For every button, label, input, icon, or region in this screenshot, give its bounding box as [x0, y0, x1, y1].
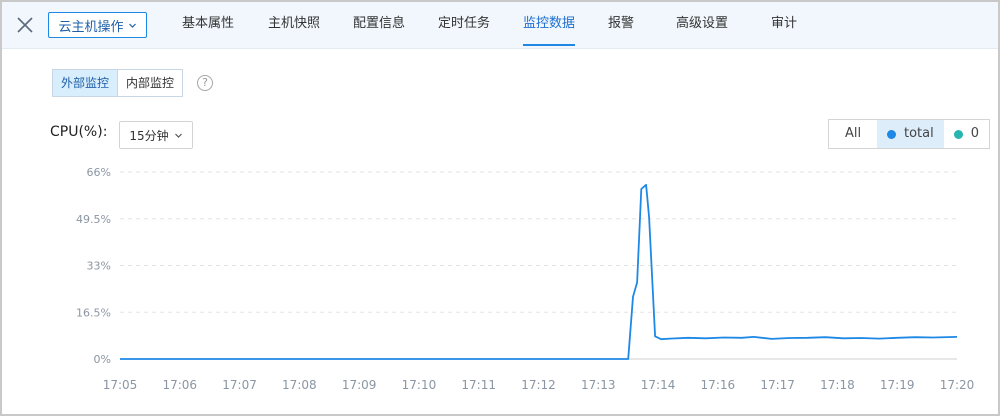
- x-tick-label: 17:06: [162, 378, 197, 392]
- time-range-value: 15分钟: [129, 128, 169, 143]
- chevron-down-icon: [174, 133, 182, 138]
- x-tick-label: 17:17: [760, 378, 795, 392]
- vm-operations-dropdown[interactable]: 云主机操作: [48, 12, 147, 38]
- x-tick-label: 17:09: [342, 378, 377, 392]
- tab-basic-properties[interactable]: 基本属性: [182, 2, 234, 48]
- monitor-panel: 云主机操作 基本属性 主机快照 配置信息 定时任务 监控数据 报警 高级设置 审…: [0, 0, 1000, 416]
- time-range-select[interactable]: 15分钟: [119, 121, 193, 149]
- x-tick-label: 17:08: [282, 378, 317, 392]
- top-toolbar: 云主机操作 基本属性 主机快照 配置信息 定时任务 监控数据 报警 高级设置 审…: [2, 2, 998, 49]
- y-tick-label: 49.5%: [76, 213, 111, 226]
- tab-monitoring-data[interactable]: 监控数据: [523, 2, 576, 48]
- tab-audit[interactable]: 审计: [771, 2, 797, 48]
- x-tick-label: 17:11: [461, 378, 496, 392]
- y-tick-label: 16.5%: [76, 306, 111, 319]
- legend-dot-icon: [887, 129, 896, 139]
- tab-config-info[interactable]: 配置信息: [353, 2, 405, 48]
- vm-operations-label: 云主机操作: [58, 19, 124, 35]
- x-tick-label: 17:13: [581, 378, 616, 392]
- legend-all-button[interactable]: All: [829, 120, 877, 148]
- cpu-line-chart: 66% 49.5% 33% 16.5% 0% 17:05 17:06 17:07 17:08 17…: [76, 166, 975, 392]
- y-tick-label: 0%: [94, 353, 111, 366]
- series-line-total: [120, 183, 958, 360]
- close-button[interactable]: [14, 14, 36, 36]
- close-icon: [17, 17, 33, 33]
- legend-label-total: total: [904, 126, 934, 141]
- internal-monitor-tab[interactable]: 内部监控: [118, 70, 183, 96]
- x-tick-label: 17:20: [940, 378, 975, 392]
- monitor-type-switch: 外部监控 内部监控: [52, 69, 184, 97]
- x-tick-label: 17:10: [402, 378, 437, 392]
- series-legend: All total 0: [828, 119, 991, 149]
- chevron-down-icon: [128, 23, 136, 28]
- x-tick-label: 17:19: [880, 378, 915, 392]
- x-tick-label: 17:12: [521, 378, 556, 392]
- help-icon[interactable]: ?: [197, 75, 213, 91]
- legend-item-0[interactable]: 0: [943, 120, 990, 148]
- x-tick-label: 17:16: [701, 378, 736, 392]
- tab-scheduled-tasks[interactable]: 定时任务: [438, 2, 490, 48]
- legend-dot-icon: [953, 129, 963, 139]
- x-tick-label: 17:07: [222, 378, 257, 392]
- y-tick-label: 66%: [87, 166, 111, 179]
- metric-label: CPU(%):: [50, 124, 108, 140]
- external-monitor-tab[interactable]: 外部监控: [53, 70, 119, 96]
- tab-alarms[interactable]: 报警: [608, 2, 634, 48]
- y-tick-label: 33%: [87, 260, 111, 273]
- x-tick-label: 17:14: [641, 378, 676, 392]
- legend-item-total[interactable]: total: [877, 120, 944, 148]
- tab-host-snapshots[interactable]: 主机快照: [268, 2, 320, 48]
- legend-label-0: 0: [970, 126, 980, 141]
- x-tick-label: 17:18: [820, 378, 855, 392]
- x-tick-label: 17:05: [103, 378, 138, 392]
- tab-advanced-settings[interactable]: 高级设置: [676, 2, 728, 48]
